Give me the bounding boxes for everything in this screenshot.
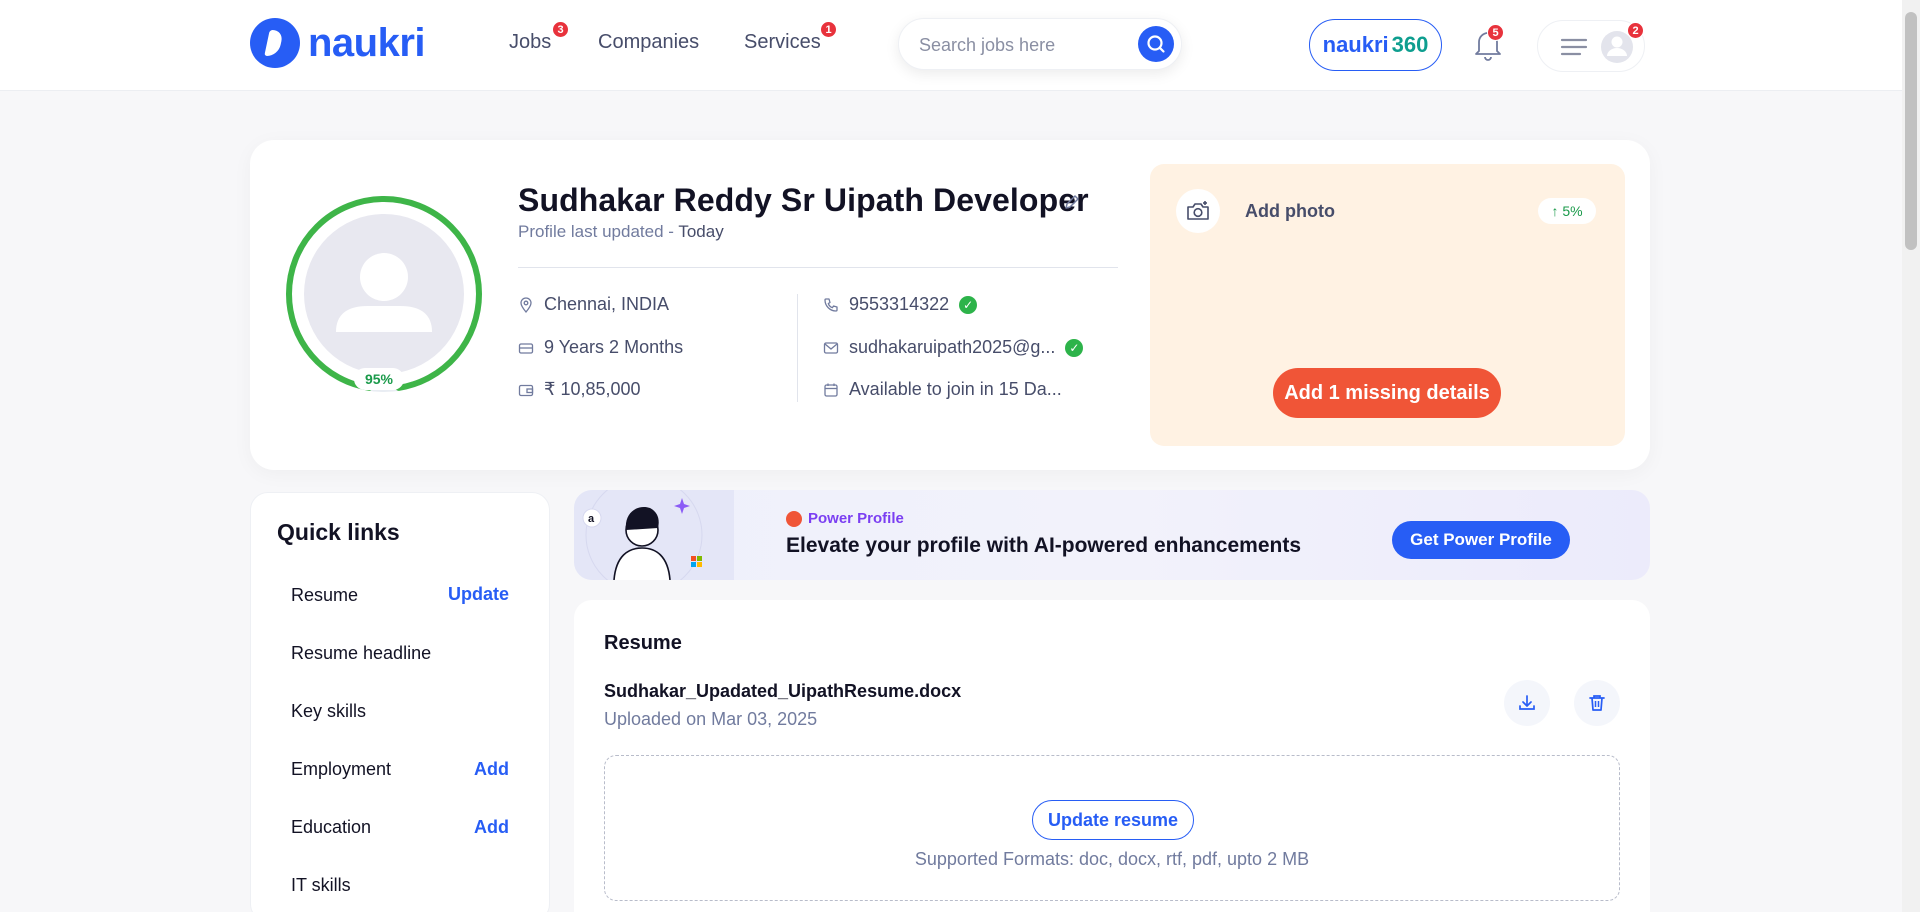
resume-section: Resume Sudhakar_Upadated_UipathResume.do… xyxy=(574,600,1650,912)
naukri360-button[interactable]: naukri 360 xyxy=(1309,19,1442,71)
wallet-icon xyxy=(518,384,534,396)
quick-link-employment-add[interactable]: Add xyxy=(474,759,509,780)
profile-column-divider xyxy=(797,294,798,402)
top-navigation-bar: naukri Jobs 3 Companies Services 1 naukr… xyxy=(0,0,1902,90)
supported-formats-text: Supported Formats: doc, docx, rtf, pdf, … xyxy=(914,849,1310,869)
naukri360-label: naukri xyxy=(1322,32,1389,57)
phone-text: 9553314322 xyxy=(849,294,950,314)
quick-link-it-skills[interactable]: IT skills xyxy=(291,875,351,896)
email-verified-icon: ✓ xyxy=(1065,338,1084,357)
experience-text: 9 Years 2 Months xyxy=(544,337,684,357)
naukri-logo[interactable]: naukri xyxy=(250,18,426,68)
add-photo-button[interactable] xyxy=(1176,189,1220,233)
phone-icon xyxy=(824,297,838,312)
briefcase-icon xyxy=(518,342,534,354)
search-bar[interactable] xyxy=(898,18,1182,70)
woman-headset-illustration: a xyxy=(582,490,703,580)
power-profile-tag-text: Power Profile xyxy=(808,510,904,527)
update-resume-button[interactable]: Update resume xyxy=(1032,800,1194,840)
profile-completion-ring xyxy=(286,196,482,392)
nav-companies[interactable]: Companies xyxy=(598,31,699,54)
quick-links-panel: Quick links Resume Update Resume headlin… xyxy=(250,492,550,912)
quick-link-education[interactable]: Education xyxy=(291,817,371,838)
salary-text: ₹ 10,85,000 xyxy=(544,379,641,399)
phone-verified-icon: ✓ xyxy=(959,295,978,314)
search-input[interactable] xyxy=(919,33,1119,57)
availability-text: Available to join in 15 Da... xyxy=(849,379,1062,399)
trash-icon xyxy=(1589,695,1605,711)
pending-actions-panel: Add photo ↑ 5% Add 1 missing details xyxy=(1150,164,1625,446)
mail-icon xyxy=(823,341,839,354)
quick-link-resume-update[interactable]: Update xyxy=(448,584,509,605)
arrow-up-icon: ↑ xyxy=(1551,203,1559,219)
power-profile-tag: Power Profile xyxy=(786,510,904,527)
resume-upload-dropzone[interactable]: Update resume Supported Formats: doc, do… xyxy=(604,755,1620,901)
quick-link-resume-headline[interactable]: Resume headline xyxy=(291,643,431,664)
profile-last-updated: Profile last updated - Today xyxy=(518,222,724,241)
location-info: Chennai, INDIA xyxy=(518,294,669,315)
nav-jobs[interactable]: Jobs xyxy=(509,31,551,54)
search-button[interactable] xyxy=(1138,26,1174,62)
profile-divider xyxy=(518,267,1118,268)
page-scrollbar[interactable] xyxy=(1902,0,1920,912)
search-icon xyxy=(1147,35,1165,53)
quick-links-title: Quick links xyxy=(277,519,400,545)
notifications-badge: 5 xyxy=(1487,24,1504,41)
quick-link-key-skills[interactable]: Key skills xyxy=(291,701,366,722)
scrollbar-thumb[interactable] xyxy=(1905,12,1917,250)
nav-services[interactable]: Services xyxy=(744,31,821,54)
email-info: sudhakaruipath2025@g... ✓ xyxy=(823,337,1084,358)
download-resume-button[interactable] xyxy=(1504,680,1550,726)
delete-resume-button[interactable] xyxy=(1574,680,1620,726)
resume-file-name[interactable]: Sudhakar_Upadated_UipathResume.docx xyxy=(604,681,961,702)
location-pin-icon xyxy=(520,296,532,313)
add-photo-label[interactable]: Add photo xyxy=(1245,201,1335,222)
experience-info: 9 Years 2 Months xyxy=(518,337,683,358)
availability-info: Available to join in 15 Da... xyxy=(823,379,1062,400)
svg-text:a: a xyxy=(588,513,595,525)
quick-link-employment[interactable]: Employment xyxy=(291,759,391,780)
jobs-badge: 3 xyxy=(552,21,569,38)
completion-gain-badge: ↑ 5% xyxy=(1538,198,1596,224)
add-missing-details-button[interactable]: Add 1 missing details xyxy=(1273,368,1501,418)
email-text: sudhakaruipath2025@g... xyxy=(849,337,1056,357)
power-profile-banner: a Power Profile Elevate your profile wit… xyxy=(574,490,1650,580)
calendar-icon xyxy=(824,383,838,397)
profile-completion-percent: 95% xyxy=(354,368,404,390)
profile-avatar[interactable]: 95% xyxy=(284,194,484,399)
quick-link-resume[interactable]: Resume xyxy=(291,585,358,606)
services-badge: 1 xyxy=(820,21,837,38)
edit-name-icon[interactable] xyxy=(1062,192,1082,212)
naukri-logo-text: naukri xyxy=(308,20,426,65)
naukri360-number: 360 xyxy=(1391,32,1429,57)
profile-summary-card: 95% Sudhakar Reddy Sr Uipath Developer P… xyxy=(250,140,1650,470)
phone-info: 9553314322 ✓ xyxy=(823,294,978,315)
download-icon xyxy=(1519,695,1535,710)
camera-icon xyxy=(1187,201,1209,220)
resume-section-title: Resume xyxy=(604,632,682,654)
resume-upload-date: Uploaded on Mar 03, 2025 xyxy=(604,709,818,729)
menu-badge: 2 xyxy=(1627,22,1644,39)
naukri-logo-icon xyxy=(250,18,300,68)
salary-info: ₹ 10,85,000 xyxy=(518,379,641,400)
get-power-profile-button[interactable]: Get Power Profile xyxy=(1392,521,1570,559)
lightning-icon xyxy=(786,510,802,527)
profile-name: Sudhakar Reddy Sr Uipath Developer xyxy=(518,182,1089,218)
location-text: Chennai, INDIA xyxy=(544,294,670,314)
power-profile-title: Elevate your profile with AI-powered enh… xyxy=(786,534,1302,557)
power-profile-illustration: a xyxy=(574,490,734,580)
quick-link-education-add[interactable]: Add xyxy=(474,817,509,838)
